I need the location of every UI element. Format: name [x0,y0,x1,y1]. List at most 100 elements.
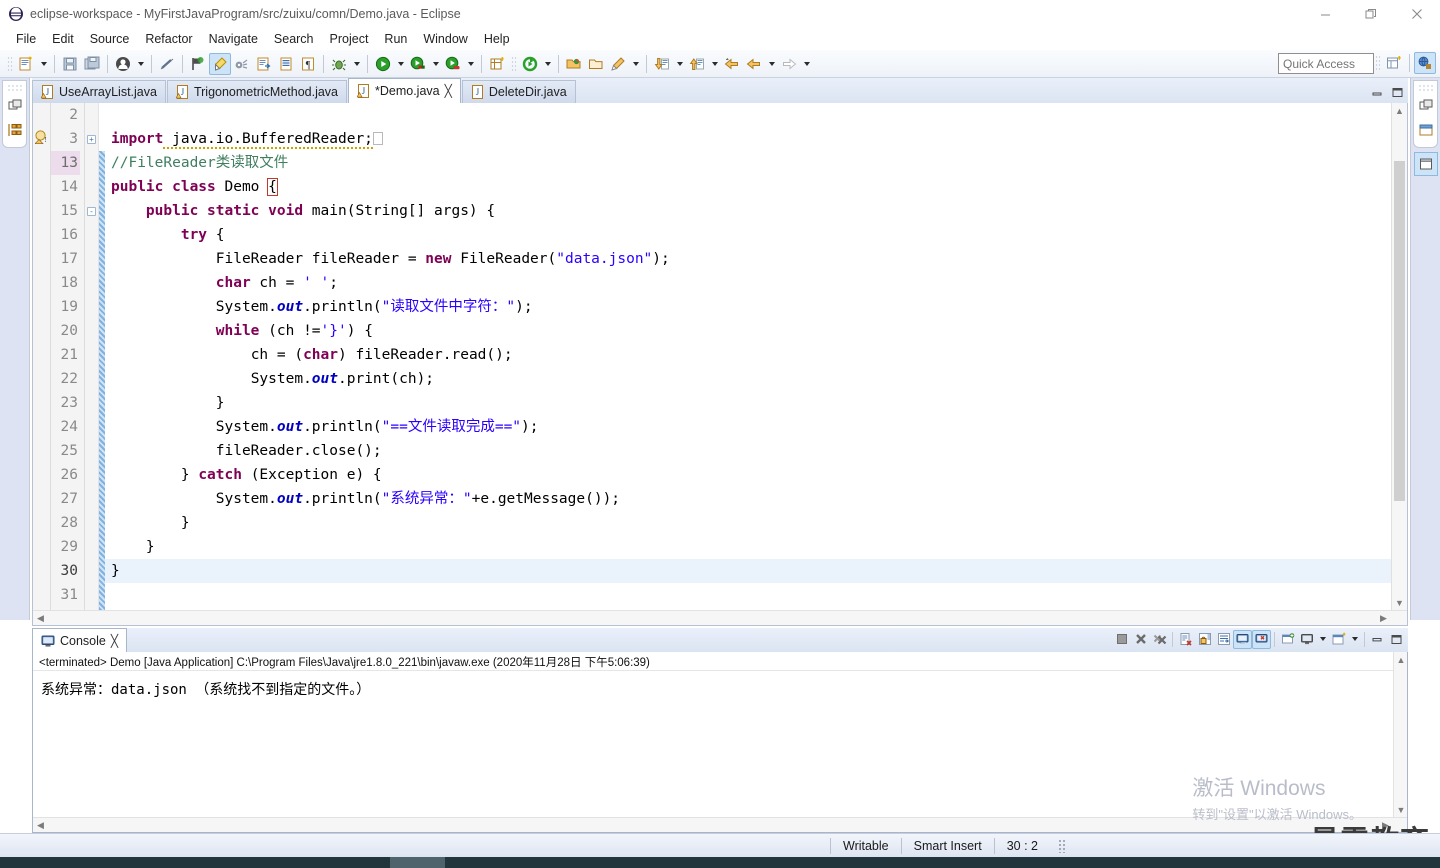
next-annotation-dropdown[interactable] [673,53,686,75]
code-line[interactable]: import java.io.BufferedReader; [105,127,1407,151]
code-line[interactable]: } [105,559,1407,583]
show-console-on-output-button[interactable] [1233,629,1252,649]
debug-dropdown[interactable] [350,53,363,75]
code-line[interactable] [105,103,1407,127]
run-as-dropdown[interactable] [464,53,477,75]
toggle-whitespace-button[interactable]: ¶ [297,53,319,75]
new-java-package-button[interactable] [486,53,508,75]
external-tools-button[interactable] [231,53,253,75]
console-close-icon[interactable]: ╳ [111,635,118,647]
warning-marker[interactable]: ! [34,130,49,147]
folding-ruler[interactable]: + - [85,103,99,625]
run-as-button[interactable] [442,53,464,75]
java-perspective-button[interactable] [1414,52,1436,74]
code-line[interactable]: ch = (char) fileReader.read(); [105,343,1407,367]
rail-grip[interactable] [7,84,22,91]
scrollbar-thumb[interactable] [1394,161,1405,501]
annotate-button[interactable] [607,53,629,75]
open-console-dropdown[interactable] [1348,628,1361,650]
code-line[interactable]: } [105,535,1407,559]
editor-vertical-scrollbar[interactable]: ▲ ▼ [1391,103,1407,625]
restore-views-button[interactable] [1414,93,1438,117]
open-task-button[interactable] [275,53,297,75]
console-tab[interactable]: Console ╳ [32,628,128,652]
run-button[interactable] [372,53,394,75]
scroll-lock-button[interactable] [1195,630,1214,649]
menu-run[interactable]: Run [376,30,415,48]
scroll-up-arrow[interactable]: ▲ [1394,652,1408,667]
code-line[interactable]: char ch = ' '; [105,271,1407,295]
new-wizard-button[interactable] [15,53,37,75]
show-console-on-error-button[interactable] [1252,629,1271,649]
menu-help[interactable]: Help [476,30,518,48]
scroll-left-arrow[interactable]: ◀ [33,611,48,625]
forward-dropdown[interactable] [800,53,813,75]
quick-access-input[interactable] [1278,53,1374,74]
back-button[interactable] [721,53,743,75]
package-explorer-button[interactable] [3,118,27,142]
maximize-editor-button[interactable] [1413,152,1438,176]
menu-navigate[interactable]: Navigate [201,30,266,48]
tab-close-icon[interactable]: ╳ [445,85,452,97]
fold-toggle[interactable]: - [85,199,98,223]
forward-button[interactable] [778,53,800,75]
run-last-dropdown[interactable] [541,53,554,75]
mark-occurrences-button[interactable] [209,52,231,75]
toolbar-grip[interactable] [6,54,13,73]
open-perspective-button[interactable] [1383,52,1405,74]
code-line[interactable]: } catch (Exception e) { [105,463,1407,487]
editor-horizontal-scrollbar[interactable]: ◀ ▶ [33,610,1407,625]
code-line[interactable]: while (ch !='}') { [105,319,1407,343]
terminate-button[interactable] [1112,630,1131,649]
outline-view-button[interactable] [1414,118,1438,142]
pin-console-button[interactable] [1278,630,1297,649]
console-vertical-scrollbar[interactable]: ▲ ▼ [1393,652,1407,817]
code-line[interactable]: public static void main(String[] args) { [105,199,1407,223]
console-body[interactable]: <terminated> Demo [Java Application] C:\… [32,652,1408,833]
minimize-button[interactable] [1302,0,1348,28]
menu-file[interactable]: File [8,30,44,48]
taskbar-active-item[interactable] [390,857,445,868]
previous-annotation-dropdown[interactable] [708,53,721,75]
code-line[interactable]: FileReader fileReader = new FileReader("… [105,247,1407,271]
scroll-down-arrow[interactable]: ▼ [1392,595,1407,610]
word-wrap-button[interactable] [1214,630,1233,649]
toggle-breakpoint-button[interactable] [187,53,209,75]
display-console-dropdown[interactable] [1316,628,1329,650]
remove-launch-button[interactable] [1131,630,1150,649]
restore-views-button[interactable] [3,93,27,117]
scroll-down-arrow[interactable]: ▼ [1394,802,1408,817]
scroll-up-arrow[interactable]: ▲ [1392,103,1407,118]
menu-edit[interactable]: Edit [44,30,82,48]
open-type-button[interactable] [253,53,275,75]
fold-toggle[interactable]: + [85,127,98,151]
editor-minimize-button[interactable] [1368,84,1386,100]
code-text-area[interactable]: import java.io.BufferedReader; //FileRead… [105,103,1407,625]
run-last-tool-button[interactable] [519,53,541,75]
restore-button[interactable] [1348,0,1394,28]
new-wizard-dropdown[interactable] [37,53,50,75]
menu-project[interactable]: Project [322,30,377,48]
toolbar-grip[interactable] [510,54,517,73]
user-button[interactable] [112,53,134,75]
windows-taskbar[interactable] [0,857,1440,868]
collapsed-imports-icon[interactable] [372,132,383,145]
coverage-button[interactable] [407,53,429,75]
save-all-button[interactable] [81,53,103,75]
status-resize-grip[interactable] [1057,838,1066,853]
console-minimize-button[interactable] [1368,630,1387,649]
display-selected-console-button[interactable] [1297,630,1316,649]
menu-window[interactable]: Window [415,30,475,48]
back-dropdown[interactable] [765,53,778,75]
menu-search[interactable]: Search [266,30,322,48]
save-button[interactable] [59,53,81,75]
code-line[interactable]: fileReader.close(); [105,439,1407,463]
menu-refactor[interactable]: Refactor [137,30,200,48]
editor-tab-deletedir[interactable]: J DeleteDir.java [461,80,576,103]
scroll-right-arrow[interactable]: ▶ [1376,611,1391,625]
code-line[interactable]: try { [105,223,1407,247]
open-console-button[interactable] [1329,630,1348,649]
editor-tab-demo[interactable]: J *Demo.java ╳ [348,78,461,103]
back-history-button[interactable] [743,53,765,75]
clear-console-button[interactable] [1176,630,1195,649]
